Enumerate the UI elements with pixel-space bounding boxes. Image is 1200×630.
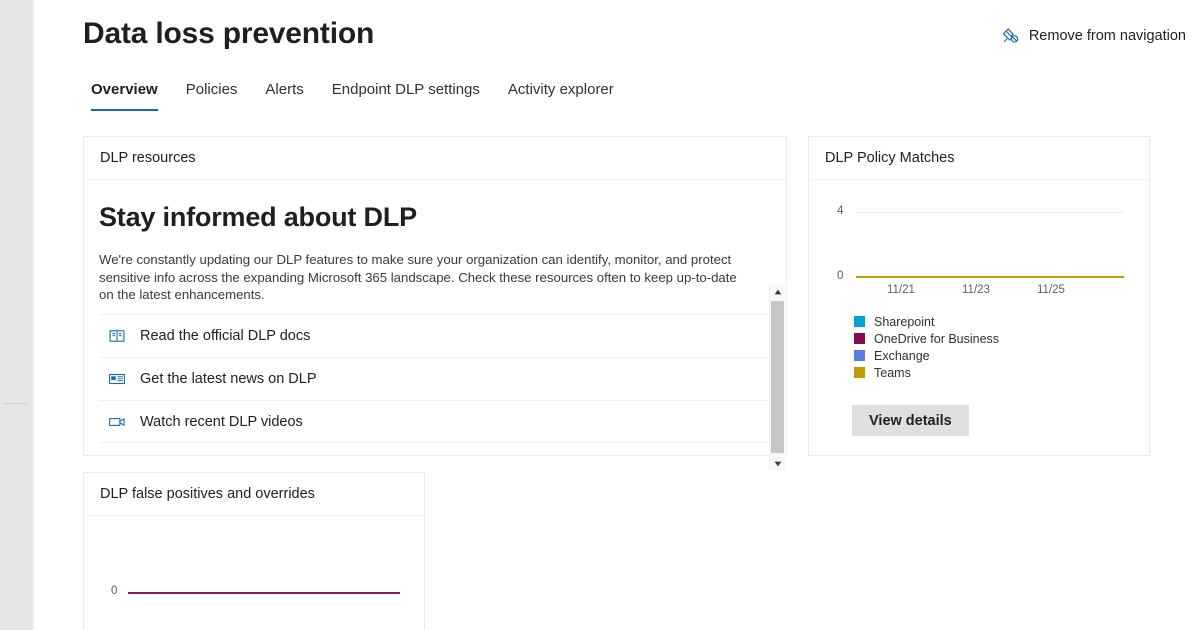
legend-swatch-exchange: [854, 350, 865, 361]
news-icon: [108, 370, 127, 389]
dlp-resources-card-title: DLP resources: [100, 150, 196, 166]
legend-item-exchange[interactable]: Exchange: [854, 347, 999, 364]
page-title: Data loss prevention: [83, 12, 374, 56]
scroll-down-arrow-icon[interactable]: [770, 456, 785, 471]
tab-bar: Overview Policies Alerts Endpoint DLP se…: [83, 80, 628, 111]
dlp-resources-body: Stay informed about DLP We're constantly…: [84, 180, 786, 456]
stay-informed-heading: Stay informed about DLP: [99, 202, 417, 233]
legend-label-sharepoint: Sharepoint: [874, 315, 934, 329]
main-content: Data loss prevention Remove from navigat…: [34, 0, 1200, 630]
tab-alerts[interactable]: Alerts: [251, 80, 317, 111]
dlp-false-positives-chart: 0: [84, 517, 424, 630]
left-navigation-rail: [0, 0, 33, 630]
legend-label-onedrive: OneDrive for Business: [874, 332, 999, 346]
resources-scrollbar[interactable]: [769, 284, 785, 471]
tab-activity-explorer[interactable]: Activity explorer: [494, 80, 628, 111]
resource-link-news-label: Get the latest news on DLP: [140, 371, 317, 387]
tab-overview[interactable]: Overview: [83, 80, 172, 111]
scroll-up-arrow-icon[interactable]: [770, 284, 785, 299]
stay-informed-description: We're constantly updating our DLP featur…: [99, 251, 747, 304]
resource-link-docs-label: Read the official DLP docs: [140, 328, 310, 344]
legend-swatch-sharepoint: [854, 316, 865, 327]
tab-policies[interactable]: Policies: [172, 80, 252, 111]
y-axis-tick-4: 4: [837, 205, 843, 217]
series-line-teams: [856, 276, 1124, 278]
video-icon: [108, 412, 127, 431]
view-details-button[interactable]: View details: [852, 405, 969, 436]
book-icon: [108, 327, 127, 346]
dlp-resource-link-list: Read the official DLP docs Get the lates…: [99, 314, 789, 443]
tab-endpoint-dlp-settings[interactable]: Endpoint DLP settings: [318, 80, 494, 111]
gridline-4: [856, 212, 1124, 213]
x-axis-tick-1: 11/23: [962, 284, 990, 296]
falsepos-y-axis-tick-0: 0: [111, 585, 117, 597]
y-axis-tick-0: 0: [837, 270, 843, 282]
falsepos-series-line: [128, 592, 400, 594]
resource-link-videos-label: Watch recent DLP videos: [140, 414, 303, 430]
legend-item-sharepoint[interactable]: Sharepoint: [854, 313, 999, 330]
remove-from-navigation-button[interactable]: Remove from navigation: [1001, 26, 1186, 45]
dlp-false-positives-card: DLP false positives and overrides 0: [83, 472, 425, 630]
legend-item-onedrive[interactable]: OneDrive for Business: [854, 330, 999, 347]
scrollbar-thumb[interactable]: [771, 301, 784, 453]
legend-swatch-teams: [854, 367, 865, 378]
dlp-false-positives-card-title: DLP false positives and overrides: [100, 486, 315, 502]
x-axis-tick-0: 11/21: [887, 284, 915, 296]
app-root: Data loss prevention Remove from navigat…: [0, 0, 1200, 630]
dlp-policy-matches-card-title: DLP Policy Matches: [825, 150, 954, 166]
dlp-resources-card-header: DLP resources: [84, 137, 786, 180]
dlp-policy-matches-card: DLP Policy Matches 4 0 11/21 11/23 11/25: [808, 136, 1150, 456]
dlp-policy-matches-chart: 4 0 11/21 11/23 11/25: [809, 181, 1149, 296]
dlp-policy-matches-legend: Sharepoint OneDrive for Business Exchang…: [854, 313, 999, 381]
x-axis-tick-2: 11/25: [1037, 284, 1065, 296]
legend-label-exchange: Exchange: [874, 349, 930, 363]
legend-label-teams: Teams: [874, 366, 911, 380]
rail-divider: [3, 403, 28, 404]
dlp-policy-matches-card-header: DLP Policy Matches: [809, 137, 1149, 180]
dlp-resources-card: DLP resources Stay informed about DLP We…: [83, 136, 787, 456]
legend-swatch-onedrive: [854, 333, 865, 344]
dlp-false-positives-card-header: DLP false positives and overrides: [84, 473, 424, 516]
remove-from-navigation-label: Remove from navigation: [1029, 28, 1186, 44]
resource-link-docs[interactable]: Read the official DLP docs: [99, 314, 789, 357]
resource-link-videos[interactable]: Watch recent DLP videos: [99, 400, 789, 443]
legend-item-teams[interactable]: Teams: [854, 364, 999, 381]
resource-link-news[interactable]: Get the latest news on DLP: [99, 357, 789, 400]
unpin-icon: [1001, 26, 1020, 45]
